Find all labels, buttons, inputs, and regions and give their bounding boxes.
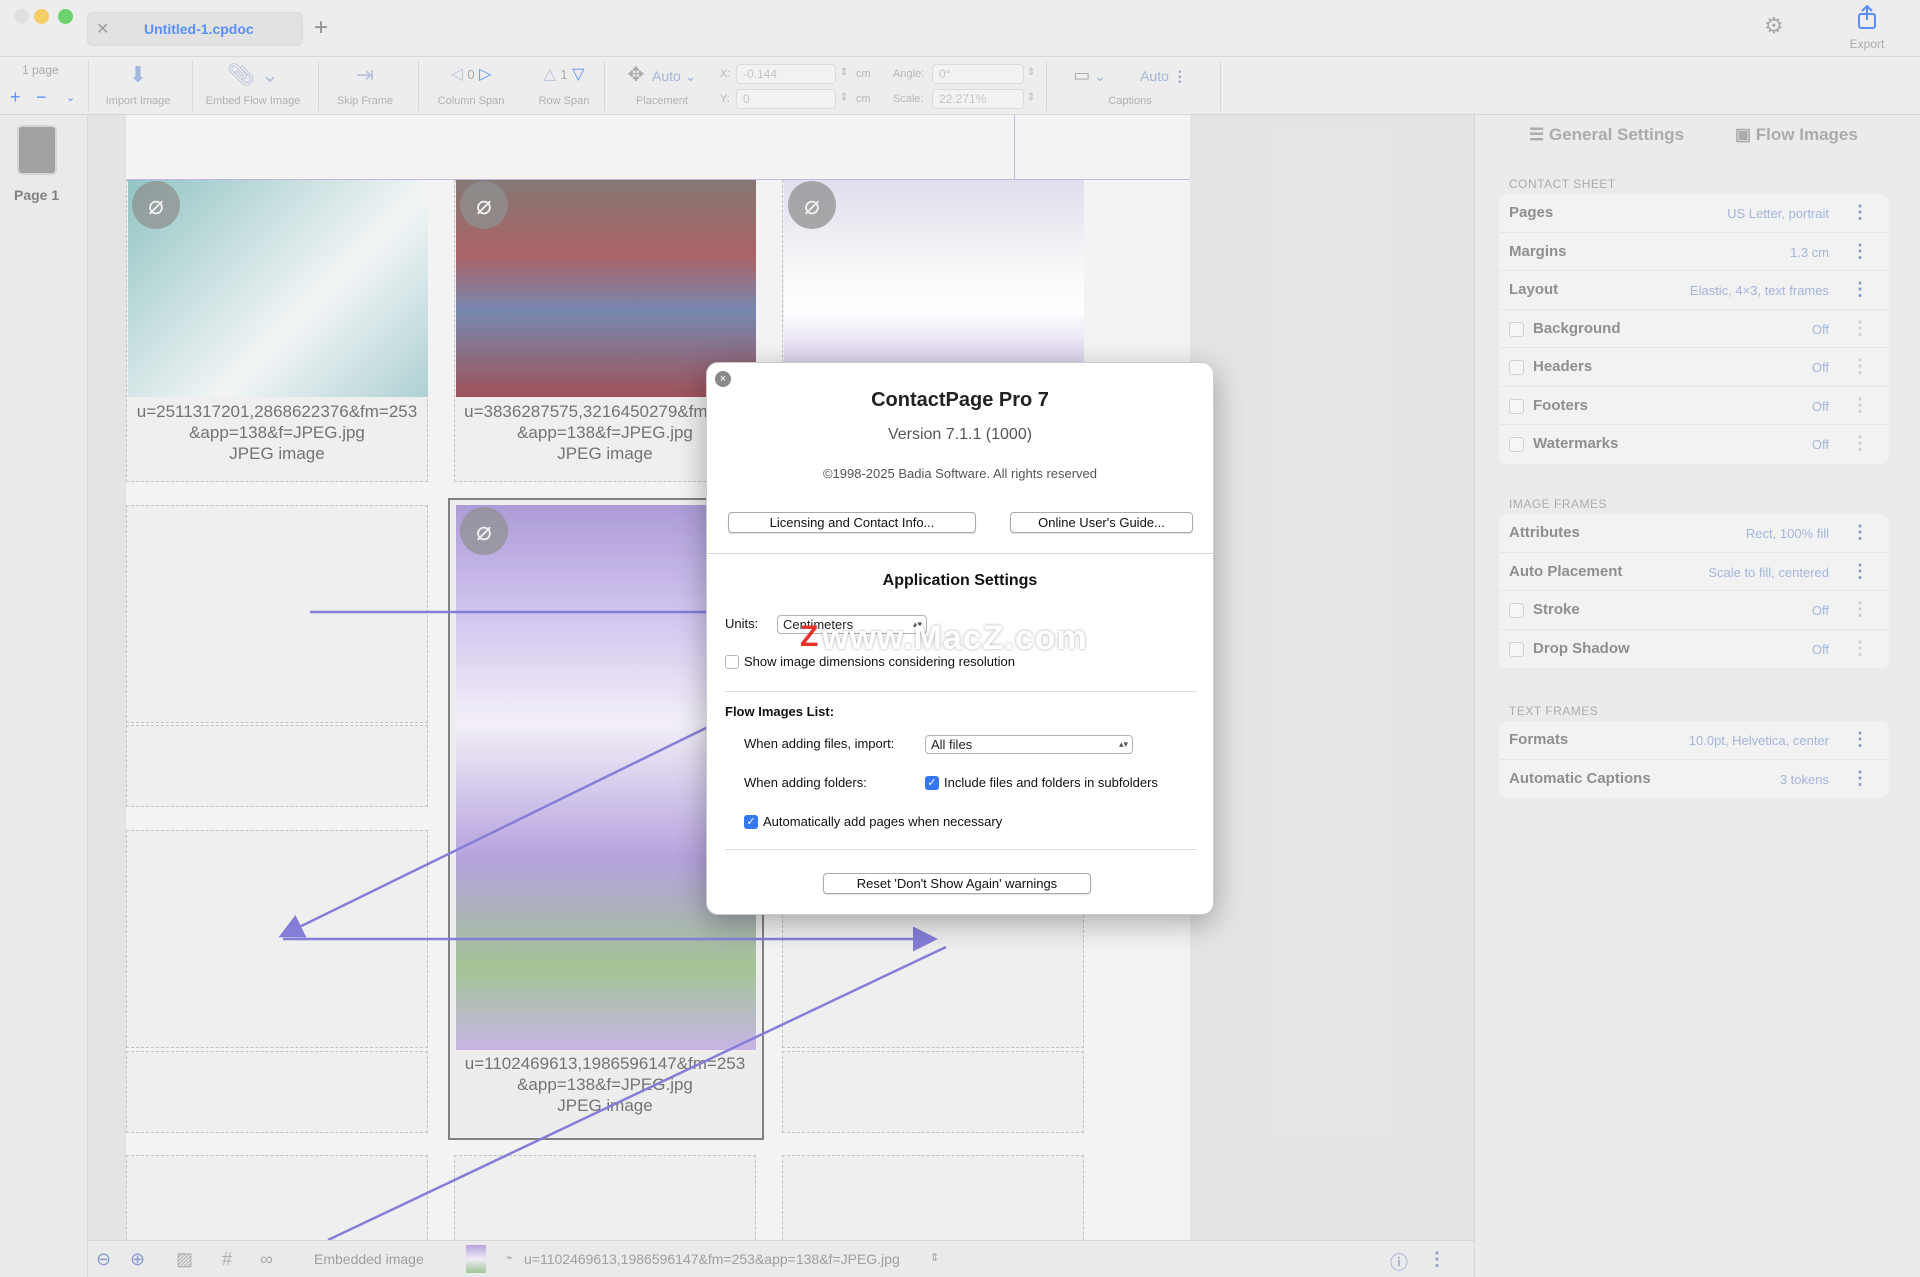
chevron-updown-icon: ▴▾ bbox=[1118, 739, 1128, 749]
divider bbox=[707, 553, 1213, 554]
watermark-text: www.MacZ.com bbox=[822, 619, 1088, 657]
include-subfolders-checkbox[interactable]: ✓ bbox=[925, 776, 939, 790]
include-subfolders-label: Include files and folders in subfolders bbox=[944, 775, 1158, 790]
licensing-button[interactable]: Licensing and Contact Info... bbox=[728, 512, 976, 533]
adding-folders-label: When adding folders: bbox=[744, 775, 867, 790]
flow-list-title: Flow Images List: bbox=[725, 704, 835, 719]
watermark-logo-icon: Z bbox=[800, 620, 819, 653]
divider bbox=[725, 849, 1197, 850]
auto-add-pages-label: Automatically add pages when necessary bbox=[763, 814, 1003, 829]
divider bbox=[725, 691, 1197, 692]
reset-warnings-button[interactable]: Reset 'Don't Show Again' warnings bbox=[823, 873, 1091, 894]
adding-files-value: All files bbox=[931, 737, 973, 752]
adding-files-label: When adding files, import: bbox=[744, 736, 895, 751]
close-icon[interactable]: × bbox=[715, 371, 731, 387]
version-text: Version 7.1.1 (1000) bbox=[887, 426, 1033, 443]
show-dimensions-checkbox[interactable] bbox=[725, 655, 739, 669]
copyright-text: ©1998-2025 Badia Software. All rights re… bbox=[822, 466, 1098, 481]
auto-add-pages-checkbox[interactable]: ✓ bbox=[744, 815, 758, 829]
user-guide-button[interactable]: Online User's Guide... bbox=[1010, 512, 1193, 533]
settings-title: Application Settings bbox=[882, 572, 1038, 589]
adding-files-select[interactable]: All files ▴▾ bbox=[925, 735, 1133, 754]
units-label: Units: bbox=[725, 616, 759, 631]
dialog-title: ContactPage Pro 7 bbox=[871, 389, 1049, 411]
